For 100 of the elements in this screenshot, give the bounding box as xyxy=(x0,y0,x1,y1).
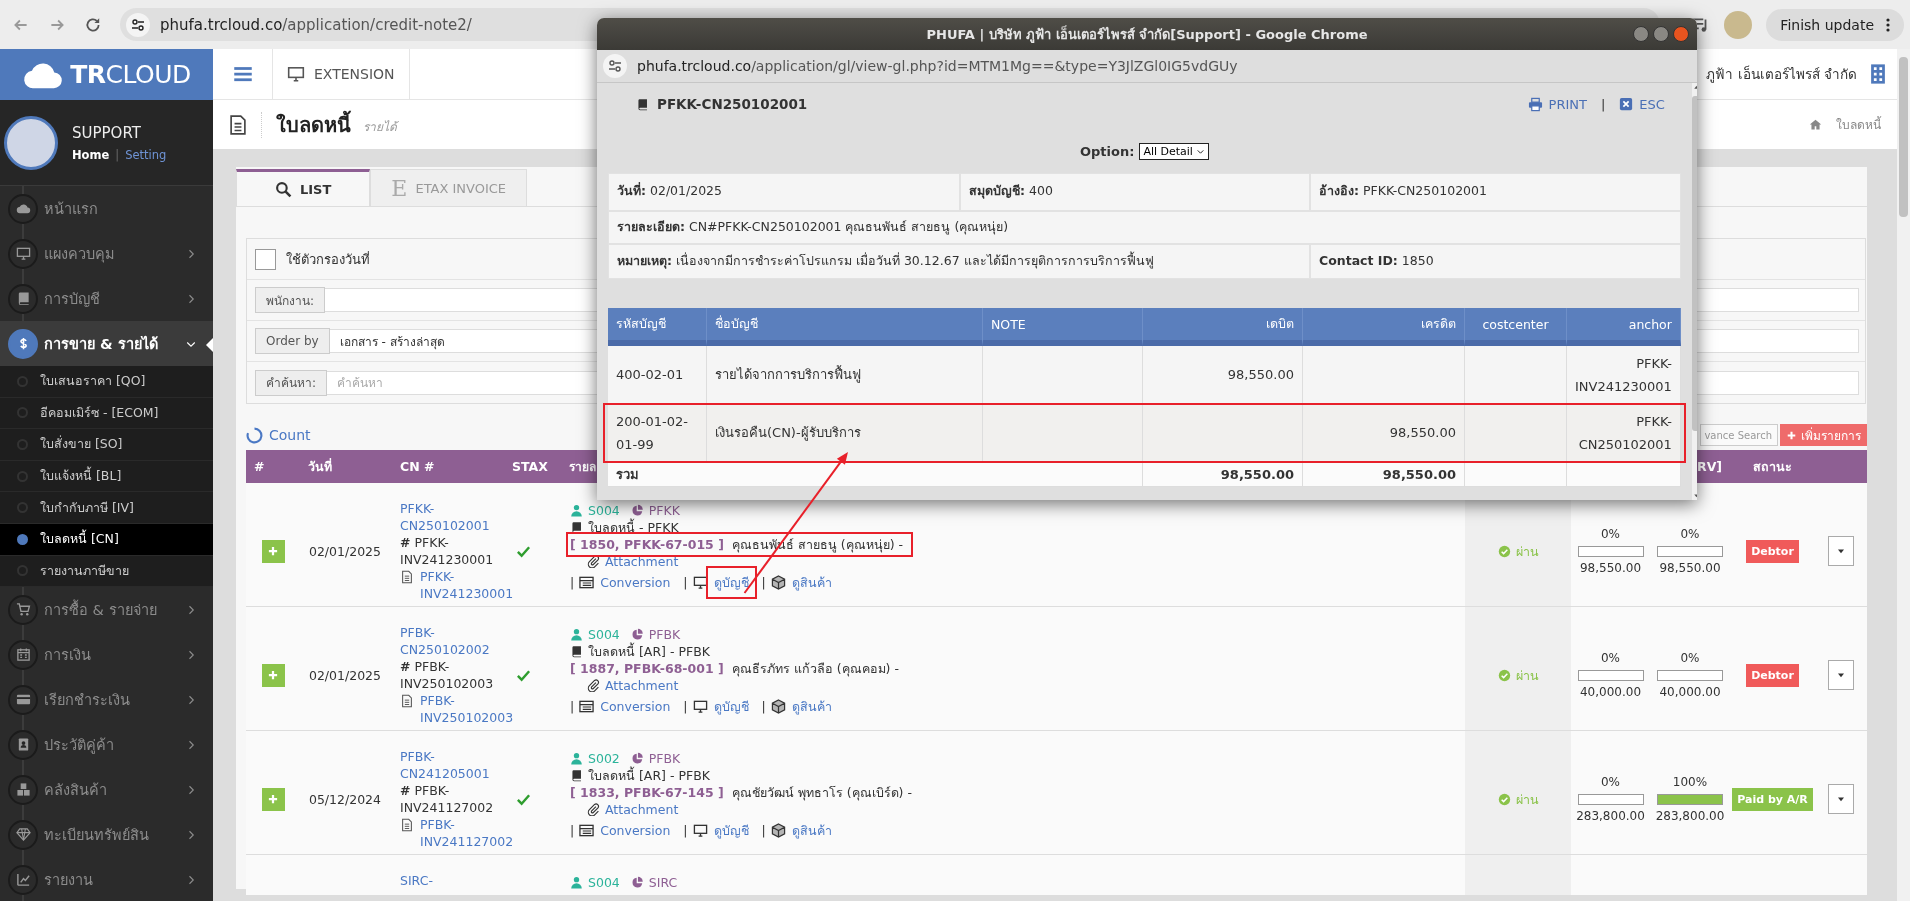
book-icon xyxy=(570,769,583,782)
sidebar-item[interactable]: หน้าแรก xyxy=(0,186,213,231)
submenu-item[interactable]: ใบแจ้งหนี้ [BL] xyxy=(0,460,213,493)
document-icon xyxy=(400,570,414,584)
avatar-icon[interactable] xyxy=(1724,10,1753,39)
credit-note-link[interactable]: SIRC- xyxy=(400,872,504,889)
dropdown-button[interactable] xyxy=(1828,660,1854,690)
dropdown-button[interactable] xyxy=(1828,536,1854,566)
invoice-link[interactable]: PFBK-INV250102003 xyxy=(420,692,514,726)
invoice-number: # PFKK-INV241230001 xyxy=(400,534,495,568)
update-button[interactable]: Finish update xyxy=(1766,8,1904,41)
info-cell: สมุดบัญชี: 400 xyxy=(960,173,1310,211)
tab[interactable]: E ETAX INVOICE xyxy=(370,169,528,206)
amount-text: 40,000.00 xyxy=(1659,683,1721,701)
sidebar-item[interactable]: คลังสินค้า xyxy=(0,767,213,813)
row-link[interactable]: Conversion xyxy=(600,698,671,715)
maximize-button[interactable] xyxy=(1653,26,1669,42)
sidebar-item[interactable]: รายงาน xyxy=(0,857,213,901)
dropdown-button[interactable] xyxy=(1828,784,1854,814)
plus-icon xyxy=(1786,429,1797,441)
column-header: CN # xyxy=(400,459,435,474)
tab[interactable]: LIST xyxy=(236,169,371,206)
home-link[interactable]: Home xyxy=(72,147,110,162)
cube-icon xyxy=(770,575,786,590)
amount-text: 283,800.00 xyxy=(1655,807,1725,825)
chart-icon xyxy=(8,864,38,895)
advance-search-button[interactable]: vance Search xyxy=(1700,424,1778,446)
approval-status: ผ่าน xyxy=(1515,542,1539,560)
attachment-link[interactable]: Attachment xyxy=(605,553,679,570)
status-badge: Debtor xyxy=(1746,663,1799,687)
pie-chart-icon xyxy=(630,876,644,889)
page-title: ใบลดหนี้ xyxy=(276,109,351,139)
attachment-link[interactable]: Attachment xyxy=(605,801,679,818)
branch-code: PFBK xyxy=(648,626,681,643)
branch-code: PFBK xyxy=(648,750,681,767)
document-icon xyxy=(400,818,414,832)
column-header: รายล xyxy=(569,460,596,474)
minimize-button[interactable] xyxy=(1633,26,1649,42)
amount-text: 98,550.00 xyxy=(1579,559,1642,577)
sidebar-item[interactable]: การเงิน xyxy=(0,632,213,678)
submenu-item[interactable]: อีคอมเมิร์ซ - [ECOM] xyxy=(0,397,213,430)
table-cell: 98,550.00 xyxy=(1143,346,1303,404)
setting-link[interactable]: Setting xyxy=(125,147,167,162)
row-link[interactable]: Conversion xyxy=(600,822,671,839)
column-header: รหัสบัญชี xyxy=(608,308,707,346)
close-button[interactable] xyxy=(1673,26,1689,42)
submenu-item[interactable]: ใบเสนอราคา [QO] xyxy=(0,366,213,398)
user-icon xyxy=(570,752,583,765)
sidebar-item[interactable]: ประวัติคู่ค้า xyxy=(0,722,213,768)
submenu-item[interactable]: ใบลดหนี้ [CN] xyxy=(0,523,213,556)
sidebar-item[interactable]: การซื้อ & รายจ่าย xyxy=(0,587,213,633)
sidebar-item[interactable]: แผงควบคุม xyxy=(0,231,213,276)
address-bar[interactable]: phufa.trcloud.co/application/gl/view-gl.php?id=MTM1Mg==&type=Y3JlZGl0IG5vdGUy xyxy=(597,50,1697,83)
separator-text: | xyxy=(761,574,766,591)
credit-note-link[interactable]: PFKK-CN250102001 xyxy=(400,500,504,534)
calendar-icon xyxy=(8,639,38,670)
count-link[interactable]: Count xyxy=(246,426,311,444)
separator-text: | xyxy=(1600,96,1606,112)
expand-button[interactable] xyxy=(261,663,285,687)
option-select[interactable]: All Detail xyxy=(1139,142,1209,160)
table-cell: 98,550.00 xyxy=(1143,462,1303,487)
table-cell: PFKK-INV241230001 xyxy=(1567,346,1681,404)
expand-button[interactable] xyxy=(261,539,285,563)
extension-link[interactable]: EXTENSION xyxy=(273,49,410,99)
submenu-item[interactable]: รายงานภาษีขาย xyxy=(0,555,213,588)
table-cell: 98,550.00 xyxy=(1303,462,1465,487)
credit-note-link[interactable]: PFBK-CN241205001 xyxy=(400,748,504,782)
sidebar-item[interactable]: การบัญชี xyxy=(0,276,213,321)
expand-button[interactable] xyxy=(261,787,285,811)
table-cell: 02/01/2025 xyxy=(308,666,381,684)
row-link[interactable]: Conversion xyxy=(600,574,671,591)
separator-text: | xyxy=(570,574,575,591)
column-header: NOTE xyxy=(983,308,1143,346)
document-number: PFKK-CN250102001 xyxy=(657,96,808,112)
submenu-item[interactable]: ใบสั่งขาย [SO] xyxy=(0,429,213,461)
invoice-link[interactable]: PFKK-INV241230001 xyxy=(420,568,514,602)
credit-note-link[interactable]: PFBK-CN250102002 xyxy=(400,624,504,658)
row-link[interactable]: ดูสินค้า xyxy=(791,822,832,839)
row-link[interactable]: ดูสินค้า xyxy=(791,698,832,715)
breadcrumb-link[interactable]: ใบลดหนี้ xyxy=(1836,115,1881,134)
scrollbar-thumb[interactable] xyxy=(1899,57,1908,217)
site-settings-icon xyxy=(126,12,150,37)
esc-link[interactable]: ESC xyxy=(1619,96,1665,112)
row-link[interactable]: ดูบัญชี xyxy=(713,822,749,839)
sidebar-item[interactable]: เรียกชำระเงิน xyxy=(0,677,213,723)
attachment-link[interactable]: Attachment xyxy=(605,677,679,694)
field-label: พนักงาน: xyxy=(255,287,326,313)
invoice-link[interactable]: PFBK-INV241127002 xyxy=(420,816,514,850)
sidebar-item[interactable]: ทะเบียนทรัพย์สิน xyxy=(0,812,213,858)
user-icon xyxy=(570,628,583,641)
sidebar-item[interactable]: การขาย & รายได้ xyxy=(0,321,213,366)
row-link[interactable]: ดูบัญชี xyxy=(713,698,749,715)
row-link[interactable]: ดูบัญชี xyxy=(705,566,757,599)
print-link[interactable]: PRINT xyxy=(1527,96,1587,112)
table-icon xyxy=(579,823,595,838)
submenu-item[interactable]: ใบกำกับภาษี [IV] xyxy=(0,492,213,524)
add-button[interactable]: เพิ่มรายการ xyxy=(1780,424,1867,446)
progress-percent: 0% xyxy=(1600,649,1620,667)
checkbox[interactable] xyxy=(255,248,276,270)
row-link[interactable]: ดูสินค้า xyxy=(791,574,832,591)
